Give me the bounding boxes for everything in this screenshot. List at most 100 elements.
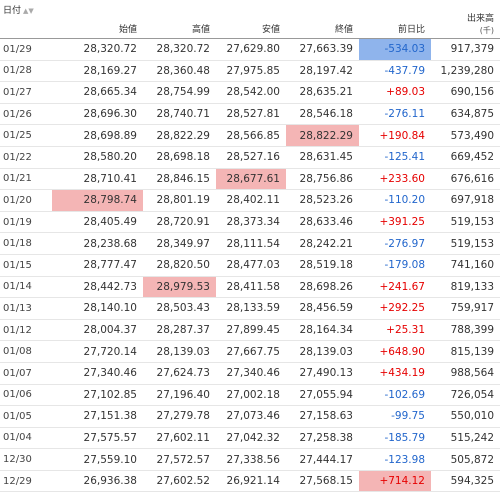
- table-row: 01/19 28,405.49 28,720.91 28,373.34 28,633.4…: [0, 211, 500, 234]
- close-header-label: 終値: [334, 25, 353, 35]
- high-cell: 27,196.40: [143, 384, 216, 407]
- date-cell: 01/26: [0, 103, 52, 126]
- change-cell: -437.79: [359, 60, 431, 83]
- date-cell: 01/15: [0, 254, 52, 277]
- close-cell: 28,242.21: [286, 232, 359, 255]
- date-cell: 01/04: [0, 427, 52, 450]
- close-cell: 27,568.15: [286, 470, 359, 492]
- volume-cell: 573,490: [431, 124, 500, 147]
- column-header-volume: 出来高 (千): [431, 0, 500, 39]
- open-cell: 28,405.49: [52, 211, 143, 234]
- table-row: 01/18 28,238.68 28,349.97 28,111.54 28,242.2…: [0, 232, 500, 255]
- close-cell: 27,158.63: [286, 405, 359, 428]
- date-cell: 01/14: [0, 276, 52, 299]
- high-cell: 28,754.99: [143, 81, 216, 104]
- table-row: 01/07 27,340.46 27,624.73 27,340.46 27,490.1…: [0, 362, 500, 385]
- open-cell: 26,936.38: [52, 470, 143, 492]
- close-cell: 28,456.59: [286, 297, 359, 320]
- low-cell: 28,527.16: [216, 146, 286, 169]
- date-cell: 01/27: [0, 81, 52, 104]
- change-cell: +89.03: [359, 81, 431, 104]
- table-row: 01/20 28,798.74 28,801.19 28,402.11 28,523.2…: [0, 189, 500, 212]
- table-row: 01/14 28,442.73 28,979.53 28,411.58 28,698.2…: [0, 276, 500, 299]
- volume-cell: 726,054: [431, 384, 500, 407]
- high-cell: 28,360.48: [143, 60, 216, 83]
- open-cell: 28,580.20: [52, 146, 143, 169]
- close-cell: 28,197.42: [286, 60, 359, 83]
- close-cell: 28,756.86: [286, 168, 359, 191]
- column-header-date[interactable]: 日付 ▲▼: [0, 0, 52, 39]
- low-cell: 28,566.85: [216, 124, 286, 147]
- high-cell: 28,349.97: [143, 232, 216, 255]
- change-cell: +25.31: [359, 319, 431, 342]
- close-cell: 28,822.29: [286, 124, 359, 147]
- table-row: 01/13 28,140.10 28,503.43 28,133.59 28,456.5…: [0, 297, 500, 320]
- table-row: 12/30 27,559.10 27,572.57 27,338.56 27,444.1…: [0, 448, 500, 471]
- change-cell: +714.12: [359, 470, 431, 492]
- table-row: 01/06 27,102.85 27,196.40 27,002.18 27,055.9…: [0, 384, 500, 407]
- sort-toggle-icon[interactable]: ▲▼: [23, 7, 34, 15]
- low-cell: 27,338.56: [216, 448, 286, 471]
- open-cell: 28,169.27: [52, 60, 143, 83]
- high-cell: 27,602.52: [143, 470, 216, 492]
- open-cell: 28,320.72: [52, 38, 143, 61]
- high-cell: 28,820.50: [143, 254, 216, 277]
- column-header-open: 始値: [52, 0, 143, 39]
- open-cell: 27,340.46: [52, 362, 143, 385]
- volume-cell: 515,242: [431, 427, 500, 450]
- date-header-label: 日付: [3, 6, 22, 16]
- change-header-label: 前日比: [397, 25, 425, 35]
- volume-cell: 1,239,280: [431, 60, 500, 83]
- open-cell: 28,798.74: [52, 189, 143, 212]
- open-cell: 27,575.57: [52, 427, 143, 450]
- volume-cell: 550,010: [431, 405, 500, 428]
- table-row: 01/12 28,004.37 28,287.37 27,899.45 28,164.3…: [0, 319, 500, 342]
- date-cell: 12/29: [0, 470, 52, 492]
- table-row: 01/29 28,320.72 28,320.72 27,629.80 27,663.3…: [0, 38, 500, 61]
- table-row: 01/25 28,698.89 28,822.29 28,566.85 28,822.2…: [0, 124, 500, 147]
- volume-cell: 988,564: [431, 362, 500, 385]
- close-cell: 28,164.34: [286, 319, 359, 342]
- date-cell: 01/19: [0, 211, 52, 234]
- table-row: 01/28 28,169.27 28,360.48 27,975.85 28,197.4…: [0, 60, 500, 83]
- change-cell: -123.98: [359, 448, 431, 471]
- date-cell: 01/29: [0, 38, 52, 61]
- change-cell: -276.97: [359, 232, 431, 255]
- close-cell: 27,444.17: [286, 448, 359, 471]
- close-cell: 28,523.26: [286, 189, 359, 212]
- change-cell: -185.79: [359, 427, 431, 450]
- change-cell: +434.19: [359, 362, 431, 385]
- low-cell: 28,527.81: [216, 103, 286, 126]
- low-cell: 27,340.46: [216, 362, 286, 385]
- change-cell: -179.08: [359, 254, 431, 277]
- table-row: 01/22 28,580.20 28,698.18 28,527.16 28,631.4…: [0, 146, 500, 169]
- volume-cell: 690,156: [431, 81, 500, 104]
- high-cell: 28,720.91: [143, 211, 216, 234]
- table-row: 01/27 28,665.34 28,754.99 28,542.00 28,635.2…: [0, 81, 500, 104]
- table-row: 01/05 27,151.38 27,279.78 27,073.46 27,158.6…: [0, 405, 500, 428]
- high-cell: 28,698.18: [143, 146, 216, 169]
- volume-cell: 519,153: [431, 232, 500, 255]
- close-cell: 27,663.39: [286, 38, 359, 61]
- change-cell: -276.11: [359, 103, 431, 126]
- date-cell: 01/13: [0, 297, 52, 320]
- open-cell: 27,151.38: [52, 405, 143, 428]
- change-cell: -110.20: [359, 189, 431, 212]
- high-cell: 27,624.73: [143, 362, 216, 385]
- volume-cell: 634,875: [431, 103, 500, 126]
- low-cell: 28,542.00: [216, 81, 286, 104]
- low-cell: 28,677.61: [216, 168, 286, 191]
- date-cell: 01/25: [0, 124, 52, 147]
- volume-cell: 917,379: [431, 38, 500, 61]
- volume-cell: 819,133: [431, 276, 500, 299]
- change-cell: -534.03: [359, 38, 431, 61]
- volume-cell: 759,917: [431, 297, 500, 320]
- close-cell: 28,546.18: [286, 103, 359, 126]
- low-cell: 28,111.54: [216, 232, 286, 255]
- low-cell: 27,629.80: [216, 38, 286, 61]
- volume-cell: 519,153: [431, 211, 500, 234]
- table-header-row: 日付 ▲▼ 始値 高値 安値 終値 前日比 出来高 (千): [0, 0, 500, 39]
- date-cell: 01/07: [0, 362, 52, 385]
- close-cell: 28,139.03: [286, 340, 359, 363]
- close-cell: 28,698.26: [286, 276, 359, 299]
